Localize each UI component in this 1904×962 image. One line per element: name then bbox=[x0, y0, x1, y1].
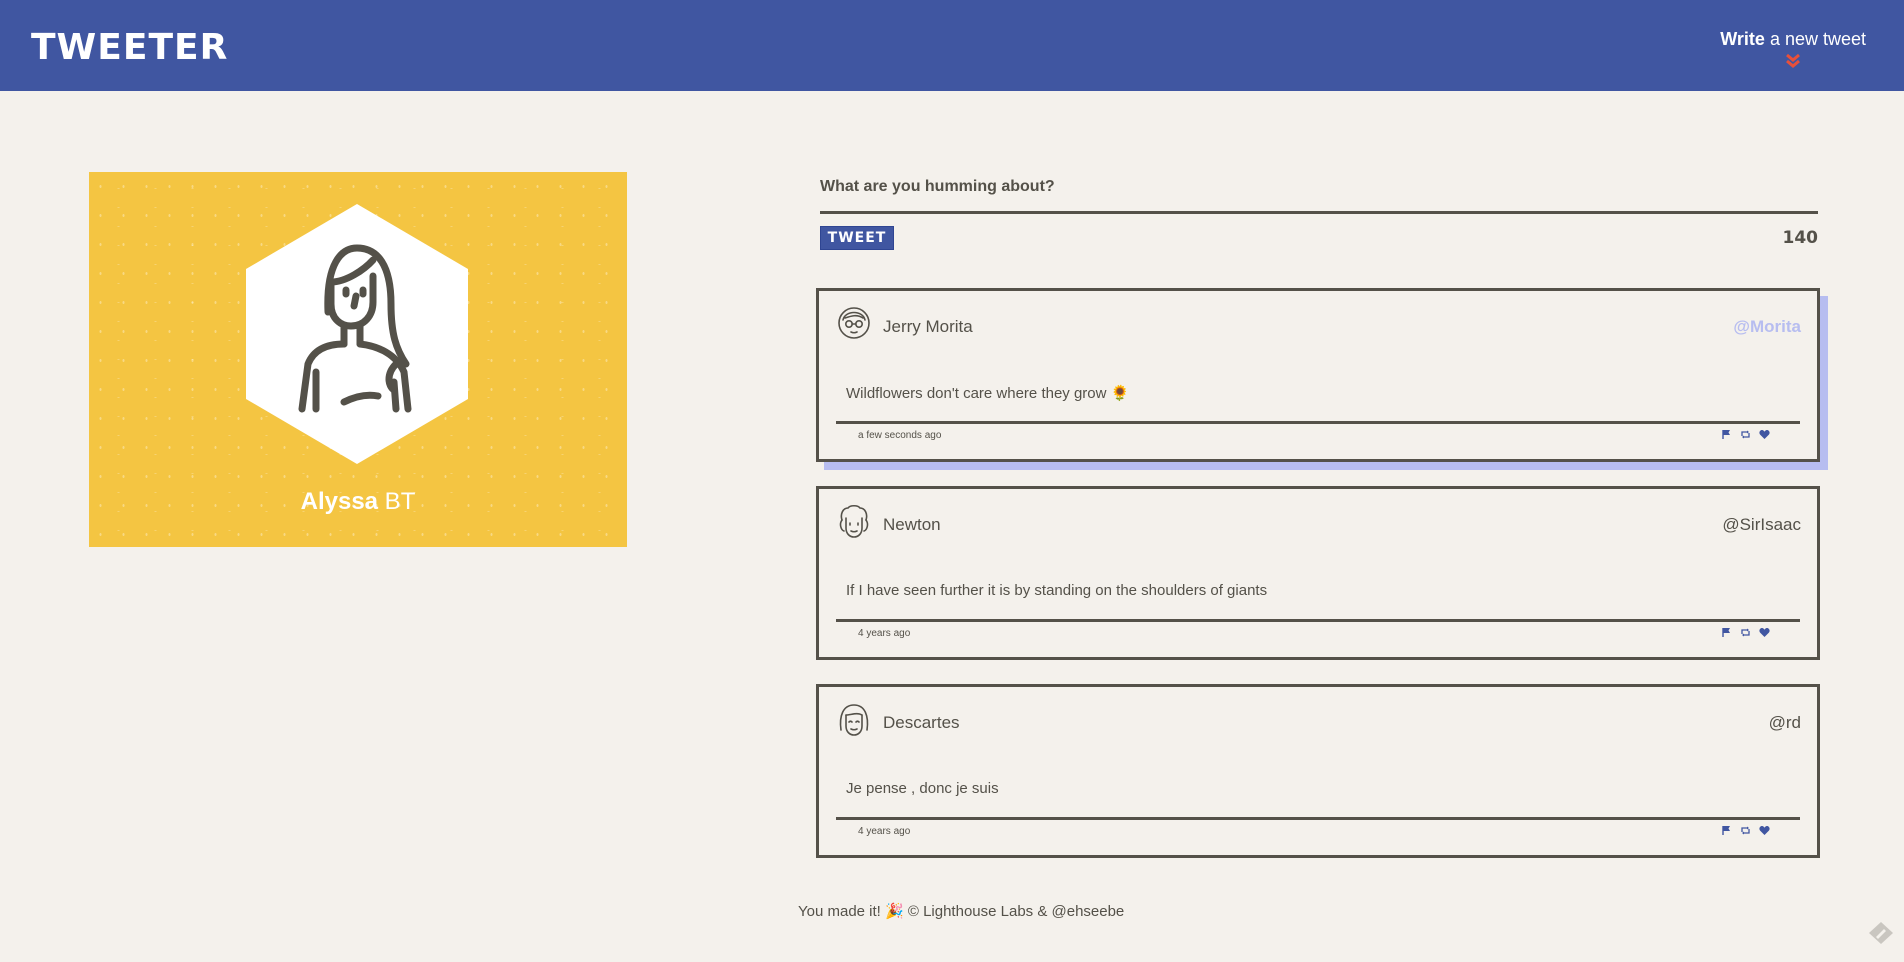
flag-icon[interactable] bbox=[1721, 825, 1732, 836]
glasses-person-avatar-icon bbox=[838, 307, 870, 339]
compose-controls: TWEET 140 bbox=[820, 226, 1818, 270]
tweet-author-name: Descartes bbox=[883, 713, 960, 732]
top-nav: TWEETER Write a new tweet bbox=[0, 0, 1904, 91]
compose-toggle-label: a new tweet bbox=[1764, 29, 1866, 49]
write-new-tweet-toggle[interactable]: Write a new tweet bbox=[1720, 29, 1866, 69]
tweet-actions bbox=[1721, 825, 1770, 836]
new-tweet-form: What are you humming about? TWEET 140 bbox=[820, 178, 1818, 270]
edit-pencil-icon[interactable] bbox=[1868, 921, 1894, 945]
tweet-submit-button[interactable]: TWEET bbox=[820, 226, 894, 250]
tweet-author-name: Jerry Morita bbox=[883, 317, 973, 336]
tweet-text: Je pense , donc je suis bbox=[846, 780, 999, 797]
profile-first-name: Alyssa bbox=[300, 488, 379, 515]
retweet-icon[interactable] bbox=[1740, 627, 1751, 638]
tweet-footer: 4 years ago bbox=[836, 619, 1800, 639]
tweet-timestamp: a few seconds ago bbox=[858, 430, 942, 441]
woman-avatar-icon bbox=[246, 204, 468, 464]
profile-last-name: BT bbox=[378, 488, 416, 515]
tweet-author-handle: @rd bbox=[1768, 713, 1801, 732]
double-chevron-down-icon[interactable] bbox=[1784, 53, 1802, 69]
profile-card: Alyssa BT bbox=[89, 172, 627, 547]
tweet-text: Wildflowers don't care where they grow 🌻 bbox=[846, 385, 1130, 402]
tweet-text: If I have seen further it is by standing… bbox=[846, 582, 1268, 599]
compose-toggle-bold: Write bbox=[1720, 29, 1765, 49]
tweet-author-name: Newton bbox=[883, 515, 941, 534]
bob-hair-avatar-icon bbox=[839, 704, 869, 736]
tweet-timestamp: 4 years ago bbox=[858, 628, 911, 639]
compose-label: What are you humming about? bbox=[820, 178, 1055, 195]
tweet-author-handle: @Morita bbox=[1733, 317, 1801, 336]
tweet-text-input[interactable] bbox=[820, 210, 1818, 214]
tweet-footer: a few seconds ago bbox=[836, 421, 1800, 441]
tweet-actions bbox=[1721, 627, 1770, 638]
brand-logo[interactable]: TWEETER bbox=[31, 30, 228, 66]
character-counter: 140 bbox=[1782, 228, 1819, 248]
tweet-card[interactable]: Descartes @rd Je pense , donc je suis 4 … bbox=[816, 684, 1820, 858]
flag-icon[interactable] bbox=[1721, 429, 1732, 440]
heart-icon[interactable] bbox=[1759, 429, 1770, 440]
flag-icon[interactable] bbox=[1721, 627, 1732, 638]
tweet-card[interactable]: Jerry Morita @Morita Wildflowers don't c… bbox=[816, 288, 1820, 462]
profile-name: Alyssa BT bbox=[89, 488, 627, 516]
tweet-author-handle: @SirIsaac bbox=[1722, 515, 1801, 534]
tweet-card[interactable]: Newton @SirIsaac If I have seen further … bbox=[816, 486, 1820, 660]
retweet-icon[interactable] bbox=[1740, 429, 1751, 440]
tweet-timestamp: 4 years ago bbox=[858, 826, 911, 837]
heart-icon[interactable] bbox=[1759, 627, 1770, 638]
page-footer: You made it! 🎉 © Lighthouse Labs & @ehse… bbox=[798, 903, 1125, 920]
retweet-icon[interactable] bbox=[1740, 825, 1751, 836]
tweet-actions bbox=[1721, 429, 1770, 440]
curly-hair-avatar-icon bbox=[839, 504, 869, 538]
tweet-footer: 4 years ago bbox=[836, 817, 1800, 837]
heart-icon[interactable] bbox=[1759, 825, 1770, 836]
